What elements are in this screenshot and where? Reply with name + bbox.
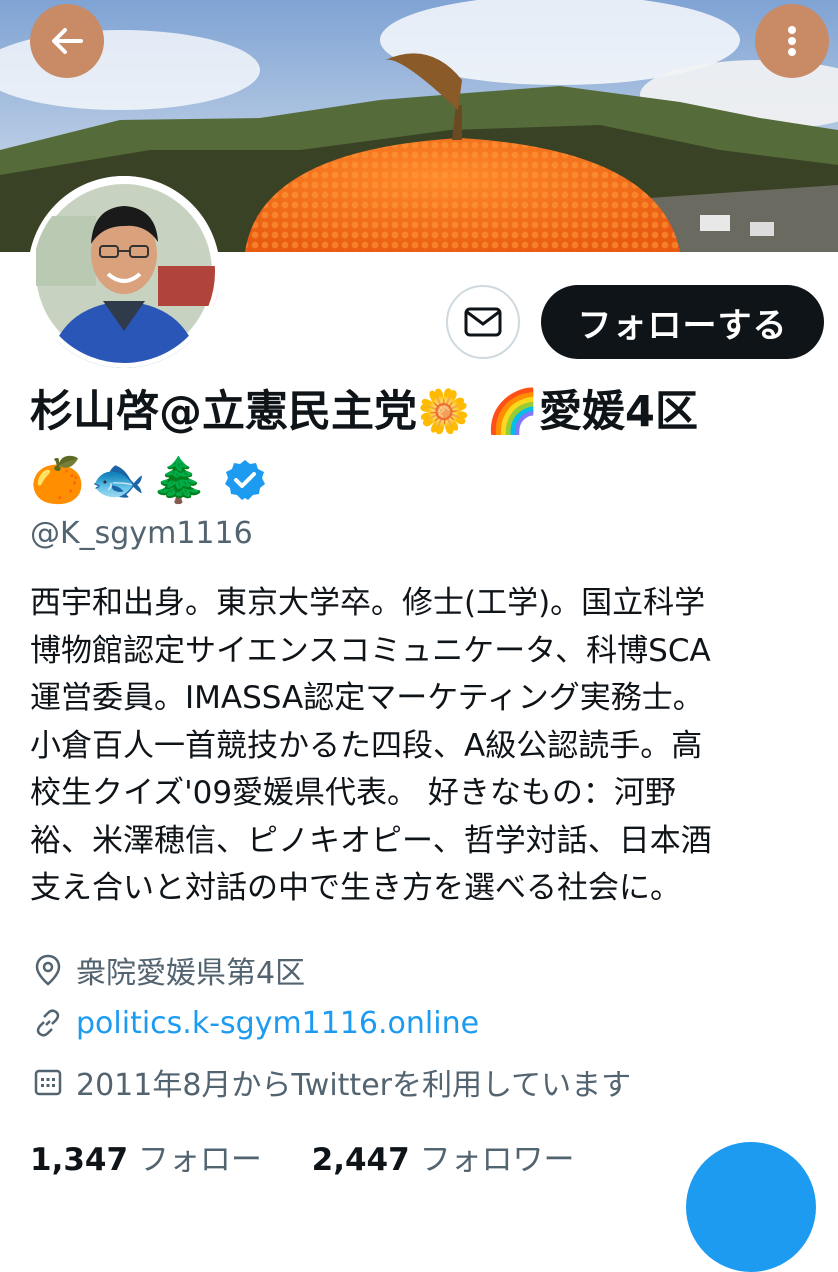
arrow-left-icon <box>52 28 83 54</box>
more-options-button[interactable] <box>755 4 829 78</box>
compose-tweet-button[interactable] <box>686 1142 816 1272</box>
orange-emoji: 🍊 <box>30 455 85 506</box>
website-row[interactable]: politics.k-sgym1116.online <box>30 1005 479 1041</box>
follow-button[interactable]: フォローする <box>541 285 824 359</box>
link-icon <box>30 1005 66 1041</box>
bio-line: 裕、米澤穂信、ピノキオピー、哲学対話、日本酒 <box>30 822 712 859</box>
followers-link[interactable]: 2,447 フォロワー <box>312 1142 575 1178</box>
bio: 西宇和出身。東京大学卒。修士(工学)。国立科学 博物館認定サイエンスコミュニケー… <box>30 580 820 913</box>
bio-line: 博物館認定サイエンスコミュニケータ、科博SCA <box>30 632 711 669</box>
joined-row: 2011年8月からTwitterを利用しています <box>30 1060 631 1104</box>
bio-line: 支え合いと対話の中で生き方を選べる社会に。 <box>30 870 681 906</box>
location-row: 衆院愛媛県第4区 <box>30 948 305 992</box>
location-text: 衆院愛媛県第4区 <box>76 956 306 991</box>
follow-stats: 1,347 フォロー 2,447 フォロワー <box>30 1134 575 1179</box>
bio-line: 運営委員。IMASSA認定マーケティング実務士。 <box>30 680 704 716</box>
following-count: 1,347 <box>30 1142 129 1178</box>
tree-emoji: 🌲 <box>151 455 207 506</box>
website-link[interactable]: politics.k-sgym1116.online <box>76 1006 479 1041</box>
location-pin-icon <box>30 952 66 988</box>
avatar[interactable] <box>28 176 220 368</box>
verified-badge-icon[interactable] <box>222 457 268 503</box>
following-link[interactable]: 1,347 フォロー <box>30 1142 272 1178</box>
name-emoji-row: 🍊 🐟 🌲 <box>30 448 268 512</box>
calendar-icon <box>30 1064 66 1100</box>
bio-line: 西宇和出身。東京大学卒。修士(工学)。国立科学 <box>30 585 706 621</box>
followers-label: フォロワー <box>419 1142 575 1178</box>
bio-line: 校生クイズ'09愛媛県代表。 好きなもの：河野 <box>30 775 676 811</box>
joined-text: 2011年8月からTwitterを利用しています <box>76 1068 632 1103</box>
followers-count: 2,447 <box>311 1142 410 1178</box>
back-button[interactable] <box>30 4 104 78</box>
message-button[interactable] <box>446 285 520 359</box>
display-name: 杉山啓@立憲民主党🌼 🌈愛媛4区 <box>30 387 698 437</box>
envelope-icon <box>464 307 502 337</box>
handle: @K_sgym1116 <box>30 516 253 551</box>
following-label: フォロー <box>137 1142 262 1178</box>
fish-emoji: 🐟 <box>90 455 146 506</box>
more-vertical-icon <box>788 26 796 56</box>
bio-line: 小倉百人一首競技かるた四段、A級公認読手。高 <box>30 727 703 764</box>
